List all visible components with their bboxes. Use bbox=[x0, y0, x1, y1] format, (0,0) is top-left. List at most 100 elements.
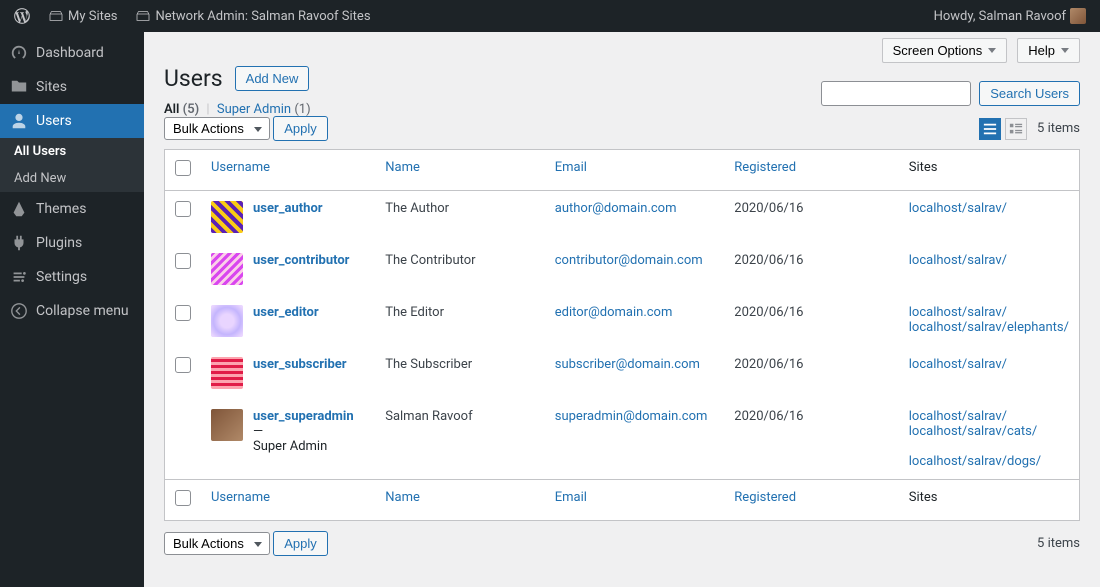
submenu-add-new[interactable]: Add New bbox=[0, 165, 144, 192]
row-checkbox[interactable] bbox=[175, 305, 191, 321]
col-name[interactable]: Name bbox=[375, 150, 545, 191]
sites-icon bbox=[10, 78, 28, 96]
howdy-link[interactable]: Howdy, Salman Ravoof bbox=[928, 0, 1092, 32]
site-link[interactable]: localhost/salrav/ bbox=[909, 357, 1007, 372]
bulk-actions-select[interactable]: Bulk Actions bbox=[164, 117, 270, 140]
collapse-icon bbox=[10, 302, 28, 320]
site-link[interactable]: localhost/salrav/ bbox=[909, 305, 1007, 320]
network-admin-label: Network Admin: Salman Ravoof Sites bbox=[155, 9, 370, 24]
menu-dashboard[interactable]: Dashboard bbox=[0, 36, 144, 70]
screen-options-button[interactable]: Screen Options bbox=[882, 38, 1008, 63]
table-row: user_editor The Editor editor@domain.com 20… bbox=[165, 295, 1080, 347]
site-link[interactable]: localhost/salrav/ bbox=[909, 409, 1007, 424]
email-link[interactable]: contributor@domain.com bbox=[555, 253, 703, 268]
col-registered[interactable]: Registered bbox=[724, 150, 898, 191]
user-avatar bbox=[211, 305, 243, 337]
view-list-icon[interactable] bbox=[979, 118, 1001, 140]
email-link[interactable]: subscriber@domain.com bbox=[555, 357, 700, 372]
menu-themes[interactable]: Themes bbox=[0, 192, 144, 226]
table-row: user_author The Author author@domain.com 20… bbox=[165, 191, 1080, 244]
registered-cell: 2020/06/16 bbox=[724, 399, 898, 480]
menu-settings[interactable]: Settings bbox=[0, 260, 144, 294]
select-all-checkbox-bottom[interactable] bbox=[175, 490, 191, 506]
add-new-button[interactable]: Add New bbox=[235, 66, 310, 91]
name-cell: The Contributor bbox=[375, 243, 545, 295]
menu-sites[interactable]: Sites bbox=[0, 70, 144, 104]
user-avatar bbox=[211, 409, 243, 441]
col-name[interactable]: Name bbox=[375, 480, 545, 521]
dashboard-icon bbox=[10, 44, 28, 62]
registered-cell: 2020/06/16 bbox=[724, 295, 898, 347]
registered-cell: 2020/06/16 bbox=[724, 243, 898, 295]
row-checkbox[interactable] bbox=[175, 201, 191, 217]
username-link[interactable]: user_contributor bbox=[253, 253, 349, 268]
view-excerpt-icon[interactable] bbox=[1005, 118, 1027, 140]
page-title: Users bbox=[164, 65, 223, 92]
site-link[interactable]: localhost/salrav/elephants/ bbox=[909, 320, 1069, 335]
registered-cell: 2020/06/16 bbox=[724, 347, 898, 399]
howdy-label: Howdy, Salman Ravoof bbox=[934, 9, 1066, 24]
site-link[interactable]: localhost/salrav/ bbox=[909, 201, 1007, 216]
table-row: user_subscriber The Subscriber subscriber@… bbox=[165, 347, 1080, 399]
row-checkbox[interactable] bbox=[175, 253, 191, 269]
search-users-button[interactable]: Search Users bbox=[979, 81, 1080, 106]
menu-plugins[interactable]: Plugins bbox=[0, 226, 144, 260]
username-link[interactable]: user_superadmin bbox=[253, 409, 354, 424]
chevron-down-icon bbox=[988, 48, 996, 53]
site-link[interactable]: localhost/salrav/ bbox=[909, 253, 1007, 268]
avatar-icon bbox=[1070, 8, 1086, 24]
name-cell: The Author bbox=[375, 191, 545, 244]
content-area: Screen Options Help Users Add New All (5… bbox=[144, 32, 1100, 587]
email-link[interactable]: author@domain.com bbox=[555, 201, 677, 216]
select-all-checkbox[interactable] bbox=[175, 160, 191, 176]
email-link[interactable]: superadmin@domain.com bbox=[555, 409, 708, 424]
registered-cell: 2020/06/16 bbox=[724, 191, 898, 244]
site-link[interactable]: localhost/salrav/cats/ bbox=[909, 424, 1037, 439]
network-admin-link[interactable]: Network Admin: Salman Ravoof Sites bbox=[129, 0, 376, 32]
my-sites-label: My Sites bbox=[68, 9, 117, 24]
help-button[interactable]: Help bbox=[1017, 38, 1080, 63]
admin-bar: My Sites Network Admin: Salman Ravoof Si… bbox=[0, 0, 1100, 32]
username-link[interactable]: user_editor bbox=[253, 305, 319, 320]
user-avatar bbox=[211, 357, 243, 389]
table-row: user_contributor The Contributor contribut… bbox=[165, 243, 1080, 295]
user-search-input[interactable] bbox=[821, 81, 971, 106]
site-link[interactable]: localhost/salrav/dogs/ bbox=[909, 454, 1041, 469]
row-checkbox[interactable] bbox=[175, 357, 191, 373]
apply-button-top[interactable]: Apply bbox=[273, 116, 328, 141]
col-sites: Sites bbox=[899, 480, 1080, 521]
submenu-all-users[interactable]: All Users bbox=[0, 138, 144, 165]
settings-icon bbox=[10, 268, 28, 286]
col-username[interactable]: Username bbox=[201, 150, 375, 191]
wp-logo[interactable] bbox=[8, 0, 36, 32]
col-sites: Sites bbox=[899, 150, 1080, 191]
plugins-icon bbox=[10, 234, 28, 252]
email-link[interactable]: editor@domain.com bbox=[555, 305, 673, 320]
col-registered[interactable]: Registered bbox=[724, 480, 898, 521]
users-icon bbox=[10, 112, 28, 130]
items-count-bottom: 5 items bbox=[1037, 536, 1080, 551]
admin-sidebar: DashboardSitesUsersAll UsersAdd NewTheme… bbox=[0, 32, 144, 587]
menu-users[interactable]: Users bbox=[0, 104, 144, 138]
col-username[interactable]: Username bbox=[201, 480, 375, 521]
items-count: 5 items bbox=[1037, 121, 1080, 136]
table-row: user_superadmin — Super AdminSalman Ravo… bbox=[165, 399, 1080, 480]
themes-icon bbox=[10, 200, 28, 218]
bulk-actions-select-bottom[interactable]: Bulk Actions bbox=[164, 532, 270, 555]
users-table: Username Name Email Registered Sites use… bbox=[164, 149, 1080, 521]
name-cell: The Editor bbox=[375, 295, 545, 347]
user-avatar bbox=[211, 201, 243, 233]
col-email[interactable]: Email bbox=[545, 480, 725, 521]
user-avatar bbox=[211, 253, 243, 285]
apply-button-bottom[interactable]: Apply bbox=[273, 531, 328, 556]
my-sites-link[interactable]: My Sites bbox=[42, 0, 123, 32]
filter-all[interactable]: All (5) bbox=[164, 102, 199, 117]
name-cell: Salman Ravoof bbox=[375, 399, 545, 480]
name-cell: The Subscriber bbox=[375, 347, 545, 399]
chevron-down-icon bbox=[1061, 48, 1069, 53]
menu-collapse-menu[interactable]: Collapse menu bbox=[0, 294, 144, 328]
username-link[interactable]: user_subscriber bbox=[253, 357, 347, 372]
username-link[interactable]: user_author bbox=[253, 201, 323, 216]
col-email[interactable]: Email bbox=[545, 150, 725, 191]
filter-super-admin[interactable]: Super Admin (1) bbox=[217, 102, 311, 117]
